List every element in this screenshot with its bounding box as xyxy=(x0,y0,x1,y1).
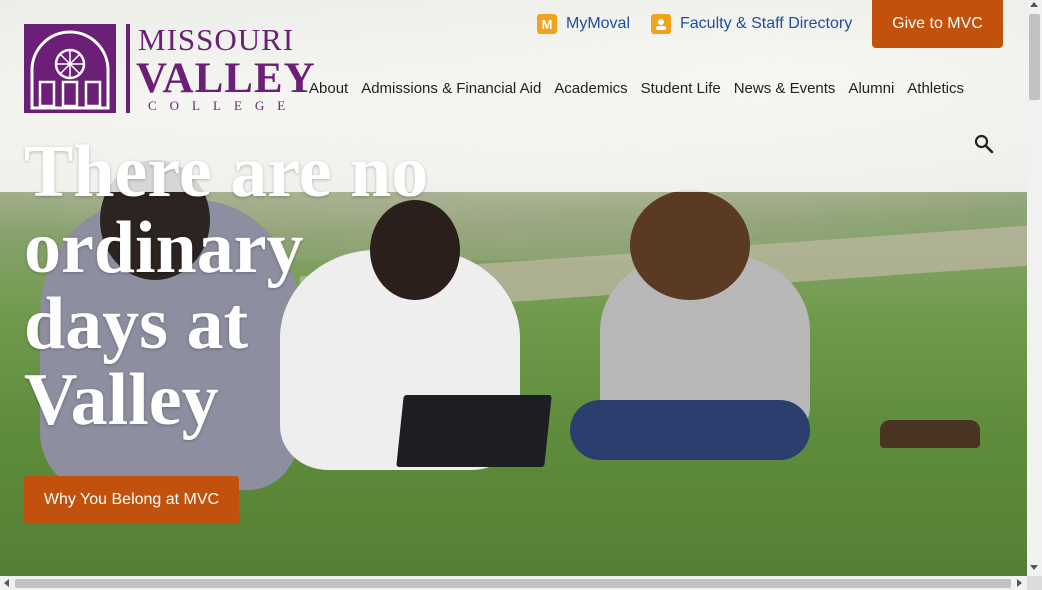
logo-text-college: COLLEGE xyxy=(148,98,299,113)
student-right-head xyxy=(630,190,750,300)
logo-text-missouri: MISSOURI xyxy=(138,22,295,57)
logo-divider xyxy=(126,24,130,113)
scroll-up-arrow-icon[interactable] xyxy=(1030,2,1038,7)
scrollbar-corner xyxy=(1027,576,1042,590)
why-you-belong-button[interactable]: Why You Belong at MVC xyxy=(24,476,239,524)
hero-headline: There are no ordinary days at Valley xyxy=(24,131,429,441)
student-right-jeans xyxy=(570,400,810,460)
nav-alumni[interactable]: Alumni xyxy=(848,80,894,97)
contact-badge-icon xyxy=(651,14,671,34)
scroll-right-arrow-icon[interactable] xyxy=(1017,579,1022,587)
logo-window-icon xyxy=(24,24,116,113)
directory-link[interactable]: Faculty & Staff Directory xyxy=(651,12,852,36)
nav-academics[interactable]: Academics xyxy=(554,80,627,97)
moval-m-icon: M xyxy=(537,14,557,34)
search-icon[interactable] xyxy=(974,134,994,154)
directory-label: Faculty & Staff Directory xyxy=(680,15,853,32)
nav-student-life[interactable]: Student Life xyxy=(641,80,721,97)
nav-news-events[interactable]: News & Events xyxy=(734,80,836,97)
vertical-scroll-thumb[interactable] xyxy=(1029,14,1040,100)
bag xyxy=(880,420,980,448)
mymoval-link[interactable]: M MyMoval xyxy=(537,12,630,36)
college-logo[interactable]: MISSOURI VALLEY COLLEGE xyxy=(24,22,315,114)
scroll-down-arrow-icon[interactable] xyxy=(1030,565,1038,570)
mymoval-label: MyMoval xyxy=(566,15,631,32)
give-button[interactable]: Give to MVC xyxy=(872,0,1003,48)
nav-athletics[interactable]: Athletics xyxy=(907,80,964,97)
horizontal-scroll-thumb[interactable] xyxy=(15,579,1011,588)
main-nav: About Admissions & Financial Aid Academi… xyxy=(309,80,964,97)
scroll-left-arrow-icon[interactable] xyxy=(4,579,9,587)
logo-text-valley: VALLEY xyxy=(136,55,316,102)
nav-admissions[interactable]: Admissions & Financial Aid xyxy=(361,80,541,97)
nav-about[interactable]: About xyxy=(309,80,348,97)
